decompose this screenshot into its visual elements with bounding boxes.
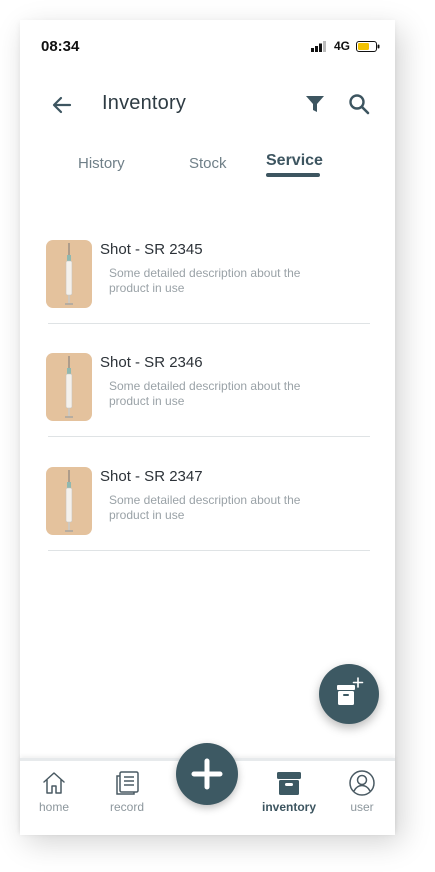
nav-label: user <box>350 800 374 814</box>
list-item[interactable]: Shot - SR 2347 Some detailed description… <box>46 467 370 581</box>
item-title: Shot - SR 2346 <box>100 354 203 371</box>
battery-icon <box>356 41 380 52</box>
item-title: Shot - SR 2345 <box>100 241 203 258</box>
archive-icon <box>277 772 301 795</box>
plus-icon <box>191 758 223 790</box>
item-title: Shot - SR 2347 <box>100 468 203 485</box>
active-tab-indicator <box>266 173 320 177</box>
nav-user[interactable]: user <box>332 769 392 814</box>
search-icon[interactable] <box>348 93 370 115</box>
nav-label: inventory <box>261 800 316 814</box>
add-item-fab[interactable] <box>319 664 379 724</box>
divider <box>48 550 370 551</box>
item-description: Some detailed description about the prod… <box>109 493 301 522</box>
divider <box>48 323 370 324</box>
record-icon <box>116 771 139 795</box>
add-button[interactable] <box>176 743 238 805</box>
add-archive-icon <box>337 677 364 705</box>
page-title: Inventory <box>102 92 187 114</box>
list-item[interactable]: Shot - SR 2345 Some detailed description… <box>46 240 370 354</box>
tab-service[interactable]: Service <box>266 152 323 170</box>
item-description: Some detailed description about the prod… <box>109 266 301 295</box>
nav-label: home <box>38 800 70 814</box>
item-description: Some detailed description about the prod… <box>109 379 301 408</box>
syringe-image <box>46 467 92 535</box>
nav-label: record <box>109 800 144 814</box>
syringe-image <box>46 240 92 308</box>
signal-icon <box>311 41 326 52</box>
back-arrow-icon[interactable] <box>50 93 74 117</box>
filter-icon[interactable] <box>305 94 325 114</box>
user-icon <box>349 770 375 796</box>
phone-frame: 08:34 4G Inventory History Stock Service <box>20 20 395 835</box>
divider <box>48 436 370 437</box>
nav-home[interactable]: home <box>24 769 84 814</box>
syringe-image <box>46 353 92 421</box>
nav-record[interactable]: record <box>97 769 157 814</box>
tab-stock[interactable]: Stock <box>189 155 227 172</box>
network-label: 4G <box>334 39 351 53</box>
tab-history[interactable]: History <box>78 155 125 172</box>
nav-inventory[interactable]: inventory <box>259 769 319 814</box>
status-time: 08:34 <box>41 38 80 55</box>
home-icon <box>43 772 65 794</box>
list-item[interactable]: Shot - SR 2346 Some detailed description… <box>46 353 370 467</box>
status-bar: 08:34 4G <box>20 20 395 64</box>
